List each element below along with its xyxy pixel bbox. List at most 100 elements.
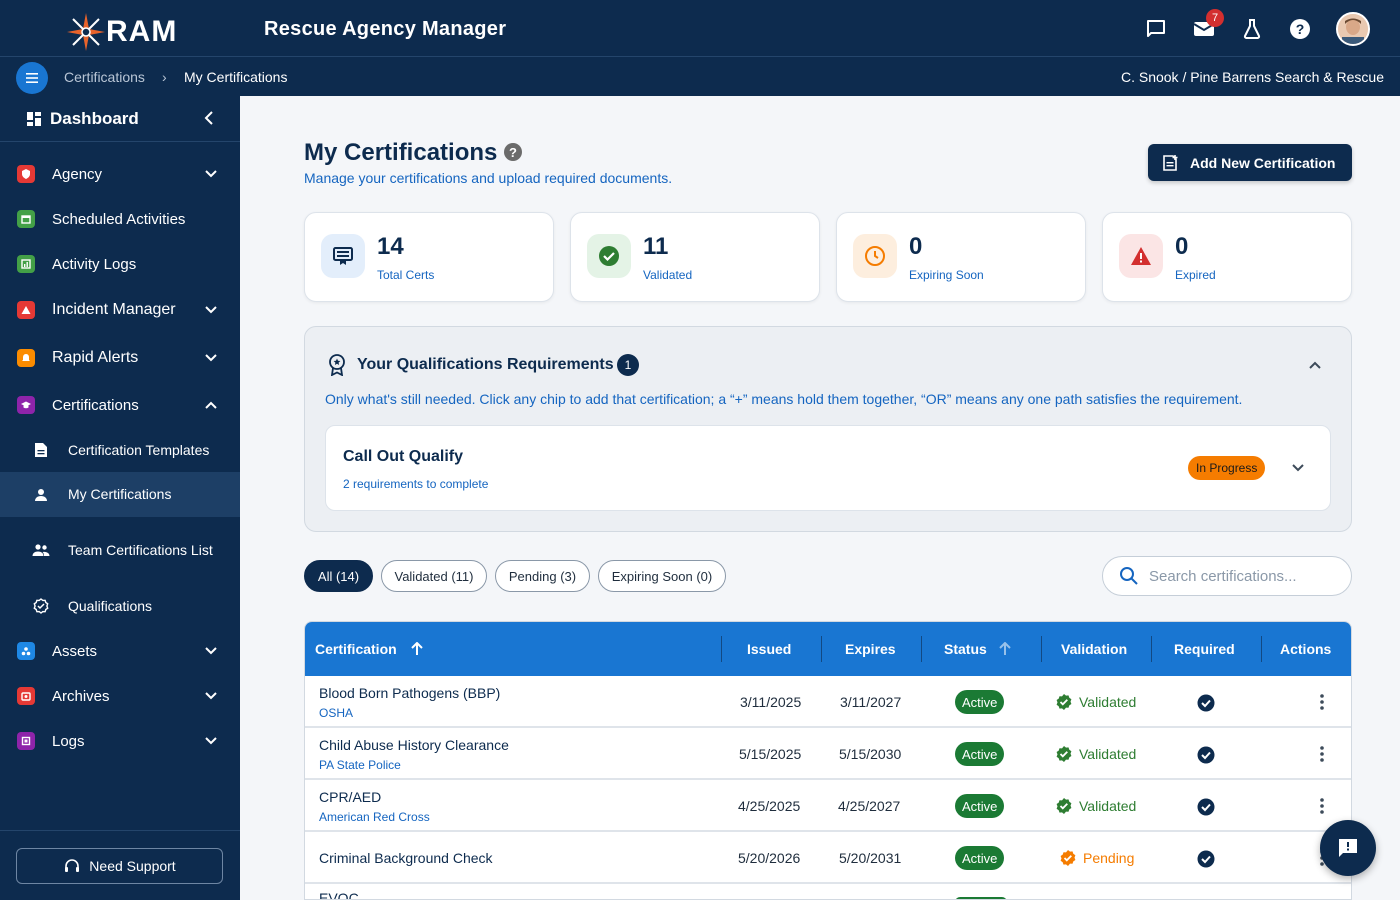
certification-name: Blood Born Pathogens (BBP) [319, 685, 501, 701]
sidebar-dashboard[interactable]: Dashboard [0, 96, 240, 142]
sidebar-item-assets[interactable]: Assets [0, 639, 240, 663]
qualification-card-call-out-qualify[interactable]: Call Out Qualify 2 requirements to compl… [325, 425, 1331, 511]
page-title: My Certifications [304, 139, 498, 166]
shield-icon [17, 165, 35, 183]
more-vertical-icon[interactable] [1317, 745, 1327, 763]
sidebar-item-certifications[interactable]: Certifications [0, 393, 240, 417]
search-box [1102, 556, 1352, 596]
filter-chip-pending[interactable]: Pending (3) [495, 560, 590, 592]
certification-issuer: OSHA [319, 706, 354, 720]
issued-date: 5/15/2025 [739, 746, 802, 762]
add-new-certification-label: Add New Certification [1190, 154, 1336, 171]
breadcrumb-current: My Certifications [184, 69, 288, 85]
filter-chip-validated[interactable]: Validated (11) [381, 560, 487, 592]
filter-chip-expiring-soon[interactable]: Expiring Soon (0) [598, 560, 726, 592]
status-badge: Active [955, 846, 1005, 870]
help-icon[interactable]: ? [504, 143, 522, 161]
certifications-table: Certification Issued Expires Status Vali… [304, 621, 1352, 900]
more-vertical-icon[interactable] [1317, 797, 1327, 815]
required-check-icon [1197, 850, 1215, 868]
sidebar-item-label: Scheduled Activities [52, 210, 186, 228]
chevron-left-icon[interactable] [202, 110, 218, 126]
table-row[interactable]: Child Abuse History Clearance PA State P… [305, 728, 1351, 780]
column-divider [1151, 636, 1152, 662]
validation-status: Pending [1059, 849, 1134, 867]
stat-label: Validated [643, 268, 693, 282]
app-logo[interactable]: RAM [66, 12, 177, 52]
column-divider [1261, 636, 1262, 662]
more-vertical-icon[interactable] [1317, 693, 1327, 711]
top-bar: RAM Rescue Agency Manager 7 ? [0, 0, 1400, 56]
chevron-up-icon[interactable] [1307, 357, 1323, 373]
sidebar-item-logs[interactable]: Logs [0, 729, 240, 753]
column-header-validation[interactable]: Validation [1061, 641, 1127, 657]
sidebar-item-label: Assets [52, 642, 98, 660]
user-avatar[interactable] [1336, 12, 1370, 46]
mail-icon[interactable]: 7 [1188, 9, 1224, 45]
document-icon [32, 441, 50, 459]
menu-toggle-button[interactable] [16, 62, 48, 94]
validation-label: Validated [1079, 694, 1137, 710]
chat-bubble-icon [1339, 839, 1357, 857]
column-divider [1041, 636, 1042, 662]
chat-icon[interactable] [1140, 13, 1172, 45]
stat-card-validated: 11 Validated [570, 212, 820, 302]
status-badge: Active [955, 690, 1005, 714]
arrow-up-icon[interactable] [410, 642, 424, 656]
filter-chip-all[interactable]: All (14) [304, 560, 373, 592]
main-content: My Certifications ? Manage your certific… [240, 96, 1400, 900]
sidebar-subitem-qualifications[interactable]: Qualifications [0, 594, 240, 618]
need-support-button[interactable]: Need Support [16, 848, 223, 884]
table-row[interactable]: Blood Born Pathogens (BBP) OSHA 3/11/202… [305, 676, 1351, 728]
search-icon [1120, 567, 1138, 585]
sidebar-item-label: Certifications [52, 396, 139, 414]
validation-status: Validated [1055, 693, 1136, 711]
sidebar-item-scheduled-activities[interactable]: Scheduled Activities [0, 207, 240, 231]
column-header-required[interactable]: Required [1174, 641, 1235, 657]
validation-status: Validated [1055, 745, 1136, 763]
svg-text:?: ? [1296, 21, 1305, 37]
sidebar-item-incident-manager[interactable]: Incident Manager [0, 298, 240, 322]
search-input[interactable] [1149, 567, 1339, 585]
arrow-up-icon[interactable] [998, 642, 1012, 656]
flask-icon[interactable] [1236, 13, 1268, 45]
qualifications-title: Your Qualifications Requirements [357, 356, 614, 373]
help-circle-icon[interactable]: ? [1284, 13, 1316, 45]
clock-icon [853, 234, 897, 278]
breadcrumb-certifications[interactable]: Certifications [64, 69, 145, 85]
table-row[interactable]: EVOC [305, 884, 1351, 899]
certification-issuer: PA State Police [319, 758, 401, 772]
sidebar-item-rapid-alerts[interactable]: Rapid Alerts [0, 346, 240, 370]
sidebar-item-agency[interactable]: Agency [0, 162, 240, 186]
award-icon [329, 354, 345, 376]
sidebar-item-label: Activity Logs [52, 255, 137, 273]
sidebar-item-archives[interactable]: Archives [0, 684, 240, 708]
breadcrumb-bar: Certifications › My Certifications C. Sn… [0, 56, 1400, 96]
column-header-expires[interactable]: Expires [845, 641, 896, 657]
floating-chat-button[interactable] [1320, 820, 1376, 876]
group-icon [32, 541, 50, 559]
stat-value: 14 [377, 233, 404, 260]
certification-name: Child Abuse History Clearance [319, 737, 509, 753]
column-header-status[interactable]: Status [944, 641, 987, 657]
sidebar-subitem-certification-templates[interactable]: Certification Templates [0, 438, 240, 462]
sidebar-subitem-label: My Certifications [68, 486, 172, 502]
add-new-certification-button[interactable]: Add New Certification [1148, 144, 1352, 181]
status-badge: Active [955, 742, 1005, 766]
check-circle-icon [587, 234, 631, 278]
calendar-icon [17, 210, 35, 228]
logs-icon [17, 732, 35, 750]
column-divider [721, 636, 722, 662]
chevron-down-icon[interactable] [1290, 460, 1306, 476]
sidebar-subitem-team-certifications-list[interactable]: Team Certifications List [0, 528, 240, 572]
sidebar-item-activity-logs[interactable]: Activity Logs [0, 252, 240, 276]
sidebar-subitem-my-certifications[interactable]: My Certifications [0, 472, 240, 517]
sidebar-item-label: Logs [52, 732, 85, 750]
table-row[interactable]: CPR/AED American Red Cross 4/25/2025 4/2… [305, 780, 1351, 832]
required-check-icon [1197, 746, 1215, 764]
column-header-certification[interactable]: Certification [315, 641, 397, 657]
column-header-issued[interactable]: Issued [747, 641, 791, 657]
table-row[interactable]: Criminal Background Check 5/20/2026 5/20… [305, 832, 1351, 884]
stat-value: 0 [1175, 233, 1189, 260]
sidebar-subitem-label: Qualifications [68, 597, 153, 614]
